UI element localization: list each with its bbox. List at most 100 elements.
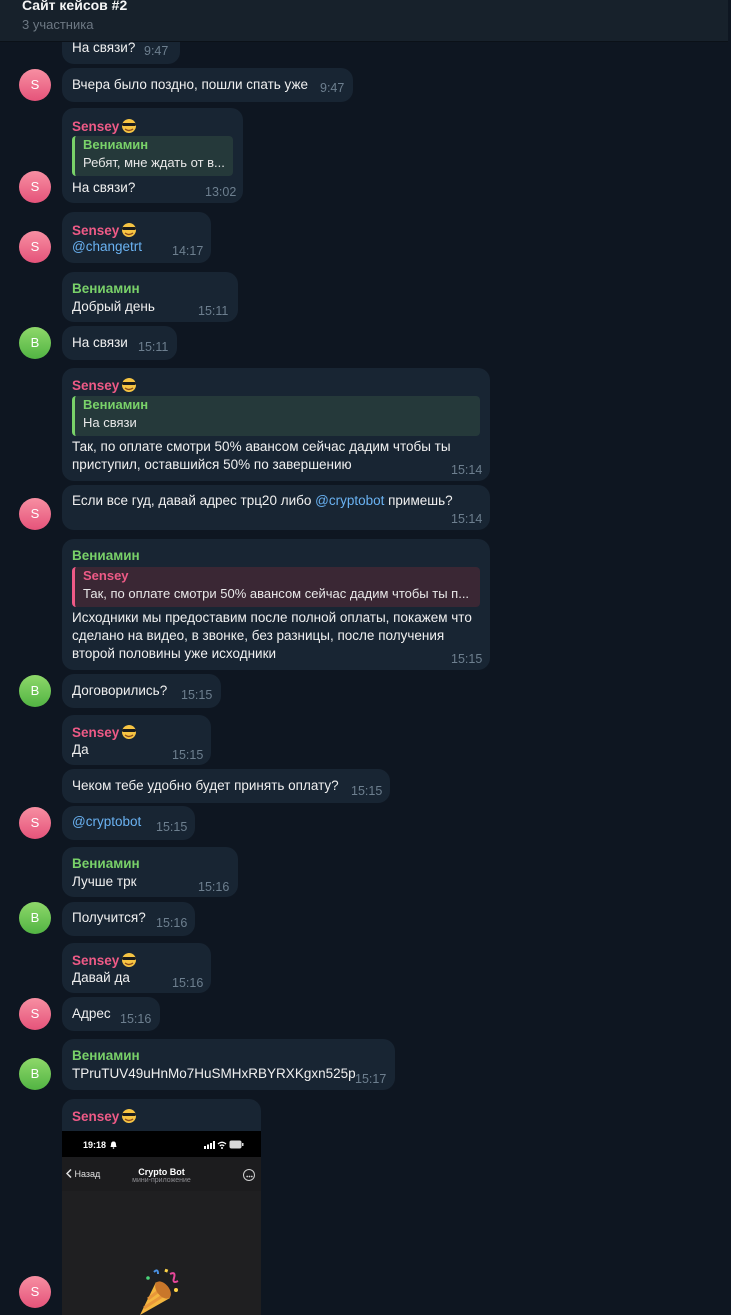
reply-quote[interactable]: Вениамин На связи bbox=[72, 396, 480, 436]
message-bubble[interactable]: Адрес 15:16 bbox=[62, 997, 160, 1031]
chat-subtitle[interactable]: 3 участника bbox=[22, 17, 93, 32]
sender-name[interactable]: Sensey bbox=[72, 222, 138, 238]
avatar[interactable]: В bbox=[19, 675, 51, 707]
message-text: Да bbox=[72, 742, 89, 757]
avatar[interactable]: S bbox=[19, 998, 51, 1030]
message-bubble[interactable]: Вениамин Лучше трк 15:16 bbox=[62, 847, 238, 897]
message-text-line: Так, по оплате смотри 50% авансом сейчас… bbox=[72, 439, 451, 454]
avatar[interactable]: S bbox=[19, 171, 51, 203]
message-time: 9:47 bbox=[144, 44, 169, 58]
message-bubble[interactable]: @cryptobot 15:15 bbox=[62, 806, 195, 840]
message-text[interactable]: TPruTUV49uHnMo7HuSMHxRBYRXKgxn525p bbox=[72, 1066, 356, 1081]
reply-quote[interactable]: Вениамин Ребят, мне ждать от в... bbox=[72, 136, 233, 176]
avatar[interactable]: S bbox=[19, 498, 51, 530]
message-bubble[interactable]: На связи? 9:47 bbox=[62, 40, 180, 64]
mention-link[interactable]: @cryptobot bbox=[72, 814, 141, 829]
sender-name[interactable]: Sensey bbox=[72, 377, 138, 393]
sender-name[interactable]: Sensey bbox=[72, 118, 138, 134]
message-text-part: примешь? bbox=[384, 493, 453, 508]
sender-name[interactable]: Sensey bbox=[72, 952, 138, 968]
message-text: Лучше трк bbox=[72, 874, 137, 889]
message-text-line: сделано на видео, в звонке, без разницы,… bbox=[72, 628, 445, 643]
message-text-line: приступил, оставшийся 50% по завершению bbox=[72, 457, 352, 472]
sunglasses-emoji-icon bbox=[122, 119, 137, 133]
avatar[interactable]: В bbox=[19, 327, 51, 359]
message-bubble[interactable]: Sensey Да 15:15 bbox=[62, 715, 211, 765]
sender-label: Sensey bbox=[72, 725, 120, 740]
message-bubble[interactable]: Если все гуд, давай адрес трц20 либо @cr… bbox=[62, 485, 490, 530]
message-time: 15:14 bbox=[451, 512, 483, 526]
message-bubble[interactable]: Вениамин Sensey Так, по оплате смотри 50… bbox=[62, 539, 490, 670]
message-time: 15:16 bbox=[120, 1012, 152, 1026]
message-time: 13:02 bbox=[205, 185, 237, 199]
sender-label: Sensey bbox=[72, 378, 120, 393]
message-time: 15:16 bbox=[198, 880, 230, 894]
message-bubble[interactable]: Вениамин Добрый день 15:11 bbox=[62, 272, 238, 322]
avatar[interactable]: S bbox=[19, 231, 51, 263]
bell-icon bbox=[110, 1141, 117, 1149]
sunglasses-emoji-icon bbox=[122, 223, 137, 237]
message-bubble[interactable]: Sensey Вениамин На связи Так, по оплате … bbox=[62, 368, 490, 481]
message-bubble[interactable]: Получится? 15:16 bbox=[62, 902, 195, 936]
message-text: Вчера было поздно, пошли спать уже bbox=[72, 77, 308, 92]
avatar[interactable]: S bbox=[19, 69, 51, 101]
message-text: Давай да bbox=[72, 970, 130, 985]
message-time: 15:15 bbox=[451, 652, 483, 666]
sunglasses-emoji-icon bbox=[122, 1109, 137, 1123]
message-time: 9:47 bbox=[320, 81, 345, 95]
signal-icon bbox=[204, 1141, 215, 1149]
more-icon[interactable] bbox=[243, 1169, 255, 1181]
message-bubble[interactable]: Чеком тебе удобно будет принять оплату? … bbox=[62, 769, 390, 803]
reply-name: Sensey bbox=[83, 568, 129, 583]
message-time: 15:15 bbox=[351, 784, 383, 798]
message-time: 15:17 bbox=[355, 1072, 387, 1086]
message-text: Добрый день bbox=[72, 299, 155, 314]
message-time: 15:15 bbox=[172, 748, 204, 762]
message-bubble[interactable]: Вчера было поздно, пошли спать уже 9:47 bbox=[62, 68, 353, 102]
message-bubble[interactable]: Вениамин TPruTUV49uHnMo7HuSMHxRBYRXKgxn5… bbox=[62, 1039, 395, 1090]
message-time: 14:17 bbox=[172, 244, 204, 258]
sender-name[interactable]: Вениамин bbox=[72, 548, 140, 563]
sender-name[interactable]: Sensey bbox=[72, 1108, 138, 1124]
avatar[interactable]: В bbox=[19, 1058, 51, 1090]
reply-name: Вениамин bbox=[83, 397, 149, 412]
sender-name[interactable]: Вениамин bbox=[72, 281, 140, 296]
phone-clock: 19:18 bbox=[83, 1140, 107, 1150]
bot-title: Crypto Bot bbox=[138, 1167, 185, 1177]
message-bubble[interactable]: Sensey @changetrt 14:17 bbox=[62, 212, 211, 263]
bot-subtitle: мини-приложение bbox=[132, 1177, 191, 1184]
reply-name: Вениамин bbox=[83, 137, 149, 152]
message-bubble[interactable]: Sensey Давай да 15:16 bbox=[62, 943, 211, 993]
message-text-line: Исходники мы предоставим после полной оп… bbox=[72, 610, 472, 625]
message-time: 15:16 bbox=[172, 976, 204, 990]
sender-name[interactable]: Вениамин bbox=[72, 856, 140, 871]
message-time: 15:14 bbox=[451, 463, 483, 477]
sunglasses-emoji-icon bbox=[122, 953, 137, 967]
chat-title: Сайт кейсов #2 bbox=[22, 0, 128, 13]
sender-name[interactable]: Вениамин bbox=[72, 1048, 140, 1063]
chat-header[interactable]: Сайт кейсов #2 3 участника bbox=[0, 0, 731, 42]
message-text: Чеком тебе удобно будет принять оплату? bbox=[72, 778, 339, 793]
mention-link[interactable]: @cryptobot bbox=[315, 493, 384, 508]
reply-quote[interactable]: Sensey Так, по оплате смотри 50% авансом… bbox=[72, 567, 480, 607]
reply-text: Ребят, мне ждать от в... bbox=[83, 155, 225, 170]
avatar[interactable]: В bbox=[19, 902, 51, 934]
avatar[interactable]: S bbox=[19, 807, 51, 839]
message-time: 15:11 bbox=[198, 304, 229, 318]
sender-name[interactable]: Sensey bbox=[72, 724, 138, 740]
sender-label: Sensey bbox=[72, 953, 120, 968]
sender-label: Sensey bbox=[72, 1109, 120, 1124]
message-text: Адрес bbox=[72, 1006, 111, 1021]
sunglasses-emoji-icon bbox=[122, 725, 137, 739]
message-bubble[interactable]: Договорились? 15:15 bbox=[62, 674, 221, 708]
message-time: 15:16 bbox=[156, 916, 188, 930]
photo-attachment[interactable]: 19:18 Назад Crypto Bot мини-приложение bbox=[62, 1131, 261, 1315]
sender-label: Sensey bbox=[72, 223, 120, 238]
mention-link[interactable]: @changetrt bbox=[72, 239, 142, 254]
message-bubble[interactable]: На связи 15:11 bbox=[62, 326, 177, 360]
message-time: 15:15 bbox=[181, 688, 213, 702]
message-time: 15:15 bbox=[156, 820, 188, 834]
avatar[interactable]: S bbox=[19, 1276, 51, 1308]
message-bubble[interactable]: Sensey Вениамин Ребят, мне ждать от в...… bbox=[62, 108, 243, 203]
battery-icon bbox=[229, 1140, 244, 1149]
